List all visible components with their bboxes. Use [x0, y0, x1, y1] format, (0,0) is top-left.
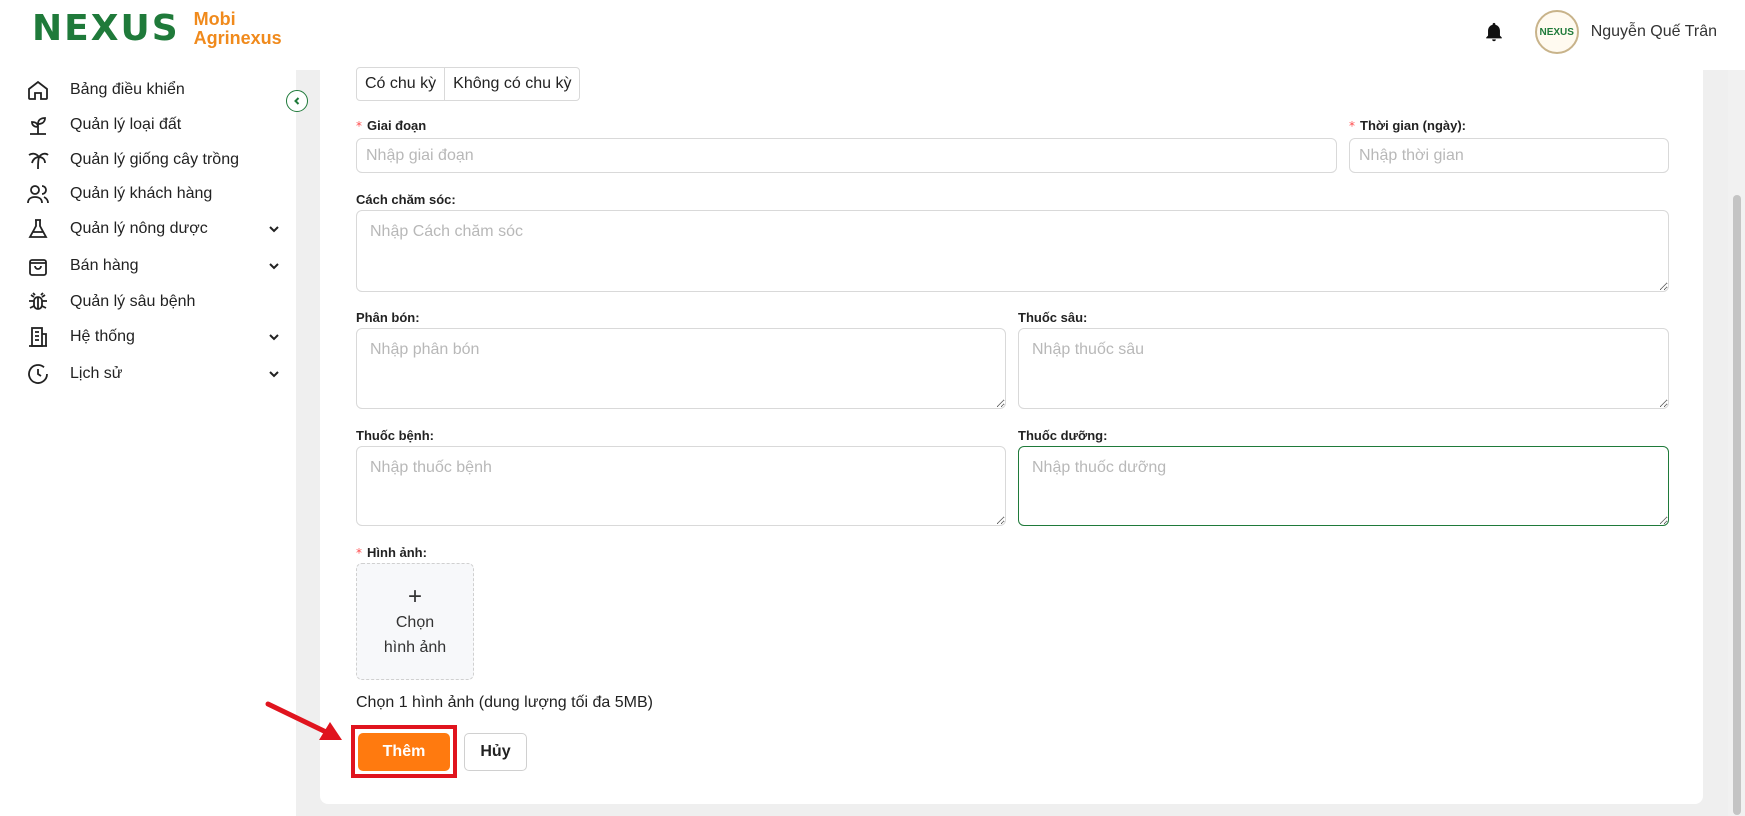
image-label: * Hình ảnh:: [356, 545, 427, 560]
cycle-toggle: Có chu kỳ Không có chu kỳ: [356, 67, 581, 101]
sidebar: Bảng điều khiển Quản lý loại đất Quản lý…: [0, 70, 296, 816]
logo-text-line1: Mobi: [193, 8, 236, 29]
chevron-down-icon: [269, 371, 279, 378]
users-icon: [27, 185, 49, 204]
shopping-bag-icon: [29, 259, 47, 276]
cycle-option-with[interactable]: Có chu kỳ: [357, 68, 444, 100]
upload-text-line1: Chọn: [395, 614, 435, 631]
time-label-text: Thời gian (ngày):: [1360, 118, 1467, 133]
logo-mark: NEXUS: [32, 8, 180, 49]
sidebar-item-pests[interactable]: Quản lý sâu bệnh: [26, 284, 282, 320]
building-icon: [29, 327, 47, 347]
insecticide-textarea[interactable]: [1018, 328, 1669, 409]
sidebar-collapse-button[interactable]: [286, 90, 308, 112]
chevron-down-icon: [269, 263, 279, 270]
bug-icon: [29, 292, 47, 310]
chevron-down-icon: [269, 334, 279, 341]
disease-med-textarea[interactable]: [356, 446, 1006, 526]
cancel-button[interactable]: Hủy: [464, 733, 527, 771]
required-mark: *: [1349, 119, 1355, 133]
avatar[interactable]: NEXUS: [1534, 10, 1579, 54]
sidebar-item-label: Quản lý sâu bệnh: [70, 293, 196, 310]
fertilizer-label: Phân bón:: [356, 310, 420, 325]
stage-input[interactable]: [356, 138, 1337, 173]
insecticide-label: Thuốc sâu:: [1018, 310, 1088, 325]
plus-icon: +: [407, 583, 422, 610]
sidebar-item-sales[interactable]: Bán hàng: [26, 248, 282, 284]
app-logo[interactable]: NEXUS Mobi Agrinexus: [32, 8, 282, 49]
care-label: Cách chăm sóc:: [356, 192, 456, 207]
user-name[interactable]: Nguyễn Quế Trân: [1591, 23, 1717, 41]
sidebar-item-history[interactable]: Lịch sử: [26, 356, 282, 392]
time-input[interactable]: [1349, 138, 1669, 173]
care-textarea[interactable]: [356, 210, 1669, 292]
chevron-left-icon: [294, 97, 300, 105]
sidebar-item-label: Bán hàng: [70, 257, 139, 274]
fertilizer-textarea[interactable]: [356, 328, 1006, 409]
logo-text-line2: Agrinexus: [193, 27, 282, 48]
image-hint: Chọn 1 hình ảnh (dung lượng tối đa 5MB): [356, 694, 653, 711]
highlight-box: [351, 725, 457, 778]
upload-text-line2: hình ảnh: [383, 639, 447, 656]
image-label-text: Hình ảnh:: [367, 545, 427, 560]
required-mark: *: [356, 546, 362, 560]
clock-icon: [28, 364, 48, 384]
nutrient-textarea[interactable]: [1018, 446, 1669, 526]
palm-tree-icon: [28, 152, 49, 170]
sidebar-item-customers[interactable]: Quản lý khách hàng: [26, 176, 282, 212]
sidebar-item-label: Quản lý khách hàng: [70, 185, 213, 202]
sidebar-item-crop-varieties[interactable]: Quản lý giống cây trồng: [26, 142, 282, 178]
image-upload-button[interactable]: + Chọn hình ảnh: [356, 563, 474, 680]
stage-label: * Giai đoạn: [356, 118, 426, 133]
sidebar-item-label: Bảng điều khiển: [70, 81, 185, 98]
scrollbar-thumb[interactable]: [1733, 195, 1741, 815]
header-user-area: NEXUS Nguyễn Quế Trân: [1483, 8, 1717, 56]
disease-med-label: Thuốc bệnh:: [356, 428, 434, 443]
chevron-down-icon: [269, 226, 279, 233]
nutrient-label: Thuốc dưỡng:: [1018, 428, 1108, 443]
sidebar-item-label: Quản lý nông dược: [70, 220, 208, 237]
bell-icon[interactable]: [1483, 20, 1505, 44]
sidebar-item-label: Quản lý loại đất: [70, 116, 182, 133]
sidebar-item-soil-types[interactable]: Quản lý loại đất: [26, 107, 282, 143]
sidebar-item-label: Quản lý giống cây trồng: [70, 151, 239, 168]
flask-icon: [28, 219, 48, 238]
stage-label-text: Giai đoạn: [367, 118, 427, 133]
arrow-annotation-icon: [265, 701, 342, 740]
time-label: * Thời gian (ngày):: [1349, 118, 1466, 133]
plant-icon: [30, 117, 46, 135]
sidebar-item-dashboard[interactable]: Bảng điều khiển: [26, 72, 282, 108]
sidebar-item-label: Lịch sử: [70, 365, 123, 382]
sidebar-item-system[interactable]: Hệ thống: [26, 319, 282, 355]
cycle-option-without[interactable]: Không có chu kỳ: [444, 68, 579, 100]
required-mark: *: [356, 119, 362, 133]
sidebar-item-label: Hệ thống: [70, 328, 135, 345]
logo-text: Mobi Agrinexus: [193, 8, 282, 48]
sidebar-item-agrochemicals[interactable]: Quản lý nông dược: [26, 211, 282, 247]
home-icon: [28, 80, 48, 100]
